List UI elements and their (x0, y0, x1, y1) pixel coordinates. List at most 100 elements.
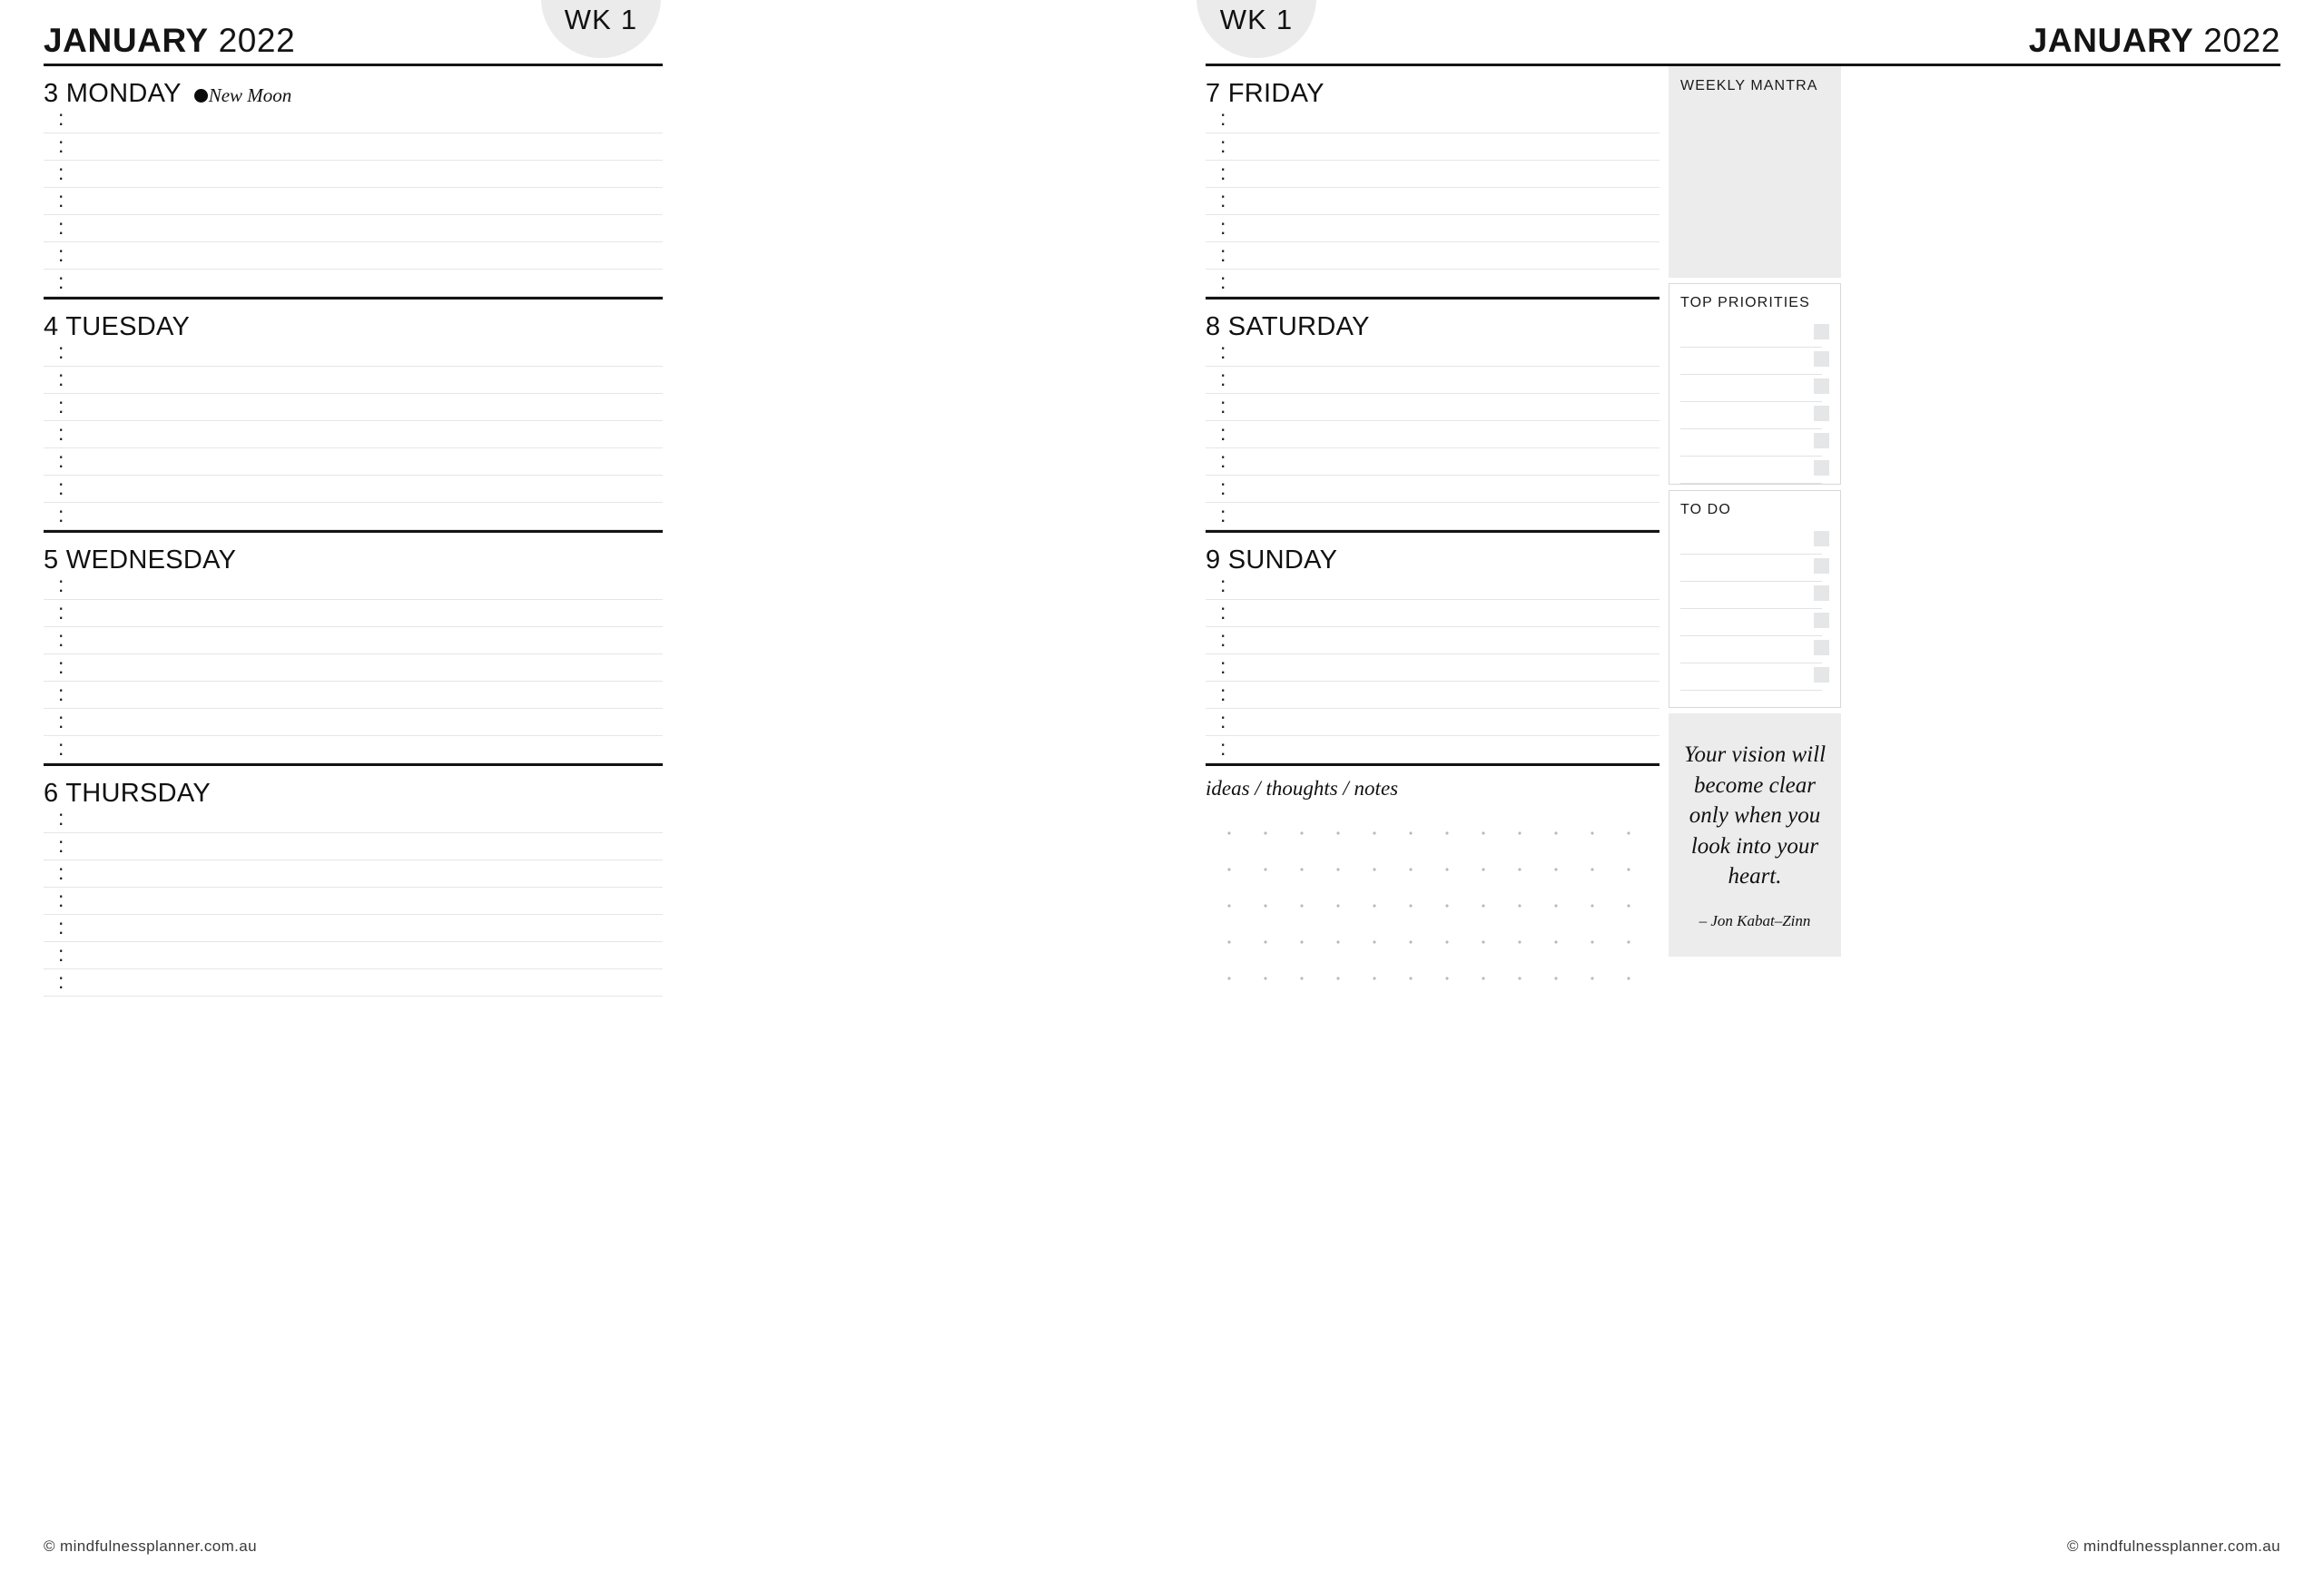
time-colon: : (58, 420, 64, 445)
time-slot[interactable]: : (44, 709, 663, 736)
time-slot[interactable]: : (1206, 600, 1659, 627)
checkbox-icon[interactable] (1814, 585, 1829, 601)
time-slot[interactable]: : (44, 448, 663, 476)
time-slot[interactable]: : (1206, 736, 1659, 763)
time-slot[interactable]: : (1206, 394, 1659, 421)
time-slot[interactable]: : (44, 367, 663, 394)
time-slot[interactable]: : (1206, 188, 1659, 215)
time-slot[interactable]: : (1206, 682, 1659, 709)
time-slot[interactable]: : (1206, 573, 1659, 600)
time-slot[interactable]: : (44, 188, 663, 215)
time-slot[interactable]: : (44, 133, 663, 161)
todo-line[interactable] (1680, 663, 1822, 691)
checkbox-icon[interactable] (1814, 667, 1829, 683)
time-slot[interactable]: : (1206, 476, 1659, 503)
time-slot[interactable]: : (1206, 448, 1659, 476)
checkbox-icon[interactable] (1814, 558, 1829, 574)
checkbox-icon[interactable] (1814, 640, 1829, 655)
time-slot[interactable]: : (1206, 106, 1659, 133)
time-slot[interactable]: : (44, 833, 663, 860)
time-colon: : (58, 626, 64, 651)
time-slot[interactable]: : (1206, 503, 1659, 530)
priority-line[interactable] (1680, 457, 1822, 484)
todo-row[interactable] (1680, 609, 1829, 636)
day-block-thursday: 6 THURSDAY : : : : : : : (44, 766, 663, 997)
priority-row[interactable] (1680, 320, 1829, 348)
time-colon: : (58, 393, 64, 418)
time-slot[interactable]: : (44, 888, 663, 915)
time-slot[interactable]: : (44, 806, 663, 833)
time-slot[interactable]: : (44, 969, 663, 997)
todo-line[interactable] (1680, 527, 1822, 555)
time-slot[interactable]: : (1206, 627, 1659, 654)
todo-line[interactable] (1680, 582, 1822, 609)
todo-line[interactable] (1680, 636, 1822, 663)
time-slot[interactable]: : (1206, 215, 1659, 242)
time-slot[interactable]: : (44, 161, 663, 188)
time-slot[interactable]: : (44, 942, 663, 969)
weekly-mantra-box[interactable]: WEEKLY MANTRA (1669, 66, 1841, 278)
time-slot[interactable]: : (44, 421, 663, 448)
time-slot[interactable]: : (44, 682, 663, 709)
time-slot[interactable]: : (44, 600, 663, 627)
time-slot[interactable]: : (44, 915, 663, 942)
checkbox-icon[interactable] (1814, 324, 1829, 339)
priority-row[interactable] (1680, 457, 1829, 484)
time-slot[interactable]: : (1206, 133, 1659, 161)
todo-line[interactable] (1680, 609, 1822, 636)
time-colon: : (58, 681, 64, 705)
week-badge-label: WK 1 (1219, 4, 1294, 35)
checkbox-icon[interactable] (1814, 531, 1829, 546)
time-slot[interactable]: : (1206, 270, 1659, 297)
todo-row[interactable] (1680, 636, 1829, 663)
time-slot[interactable]: : (44, 654, 663, 682)
priority-row[interactable] (1680, 375, 1829, 402)
priority-line[interactable] (1680, 348, 1822, 375)
dot-grid-icon[interactable] (1206, 806, 1659, 1004)
time-colon: : (1220, 269, 1226, 293)
checkbox-icon[interactable] (1814, 378, 1829, 394)
time-slot[interactable]: : (44, 242, 663, 270)
priority-row[interactable] (1680, 402, 1829, 429)
day-header-tuesday: 4 TUESDAY (44, 300, 663, 341)
time-slot[interactable]: : (1206, 161, 1659, 188)
time-slot[interactable]: : (1206, 339, 1659, 367)
time-slot[interactable]: : (1206, 654, 1659, 682)
time-slot[interactable]: : (44, 215, 663, 242)
day-header-thursday: 6 THURSDAY (44, 766, 663, 808)
time-slot[interactable]: : (44, 627, 663, 654)
todo-line[interactable] (1680, 555, 1822, 582)
time-slot[interactable]: : (44, 270, 663, 297)
day-label-tuesday: 4 TUESDAY (44, 312, 191, 341)
priority-line[interactable] (1680, 375, 1822, 402)
priority-row[interactable] (1680, 348, 1829, 375)
time-slot[interactable]: : (44, 573, 663, 600)
time-slot[interactable]: : (1206, 242, 1659, 270)
time-slot[interactable]: : (44, 860, 663, 888)
time-slot[interactable]: : (44, 736, 663, 763)
time-colon: : (58, 214, 64, 239)
priority-line[interactable] (1680, 402, 1822, 429)
todo-row[interactable] (1680, 527, 1829, 555)
time-slot[interactable]: : (44, 394, 663, 421)
planner-spread: WK 1 JANUARY 2022 3 MONDAY New Moon:: … (0, 0, 2324, 1572)
time-slot[interactable]: : (44, 106, 663, 133)
time-slot[interactable]: : (44, 339, 663, 367)
checkbox-icon[interactable] (1814, 351, 1829, 367)
checkbox-icon[interactable] (1814, 433, 1829, 448)
todo-row[interactable] (1680, 663, 1829, 691)
priority-row[interactable] (1680, 429, 1829, 457)
time-slot[interactable]: : (44, 476, 663, 503)
time-colon: : (58, 887, 64, 911)
checkbox-icon[interactable] (1814, 613, 1829, 628)
time-slot[interactable]: : (44, 503, 663, 530)
todo-row[interactable] (1680, 555, 1829, 582)
checkbox-icon[interactable] (1814, 406, 1829, 421)
priority-line[interactable] (1680, 320, 1822, 348)
time-slot[interactable]: : (1206, 709, 1659, 736)
checkbox-icon[interactable] (1814, 460, 1829, 476)
todo-row[interactable] (1680, 582, 1829, 609)
time-slot[interactable]: : (1206, 367, 1659, 394)
priority-line[interactable] (1680, 429, 1822, 457)
time-slot[interactable]: : (1206, 421, 1659, 448)
